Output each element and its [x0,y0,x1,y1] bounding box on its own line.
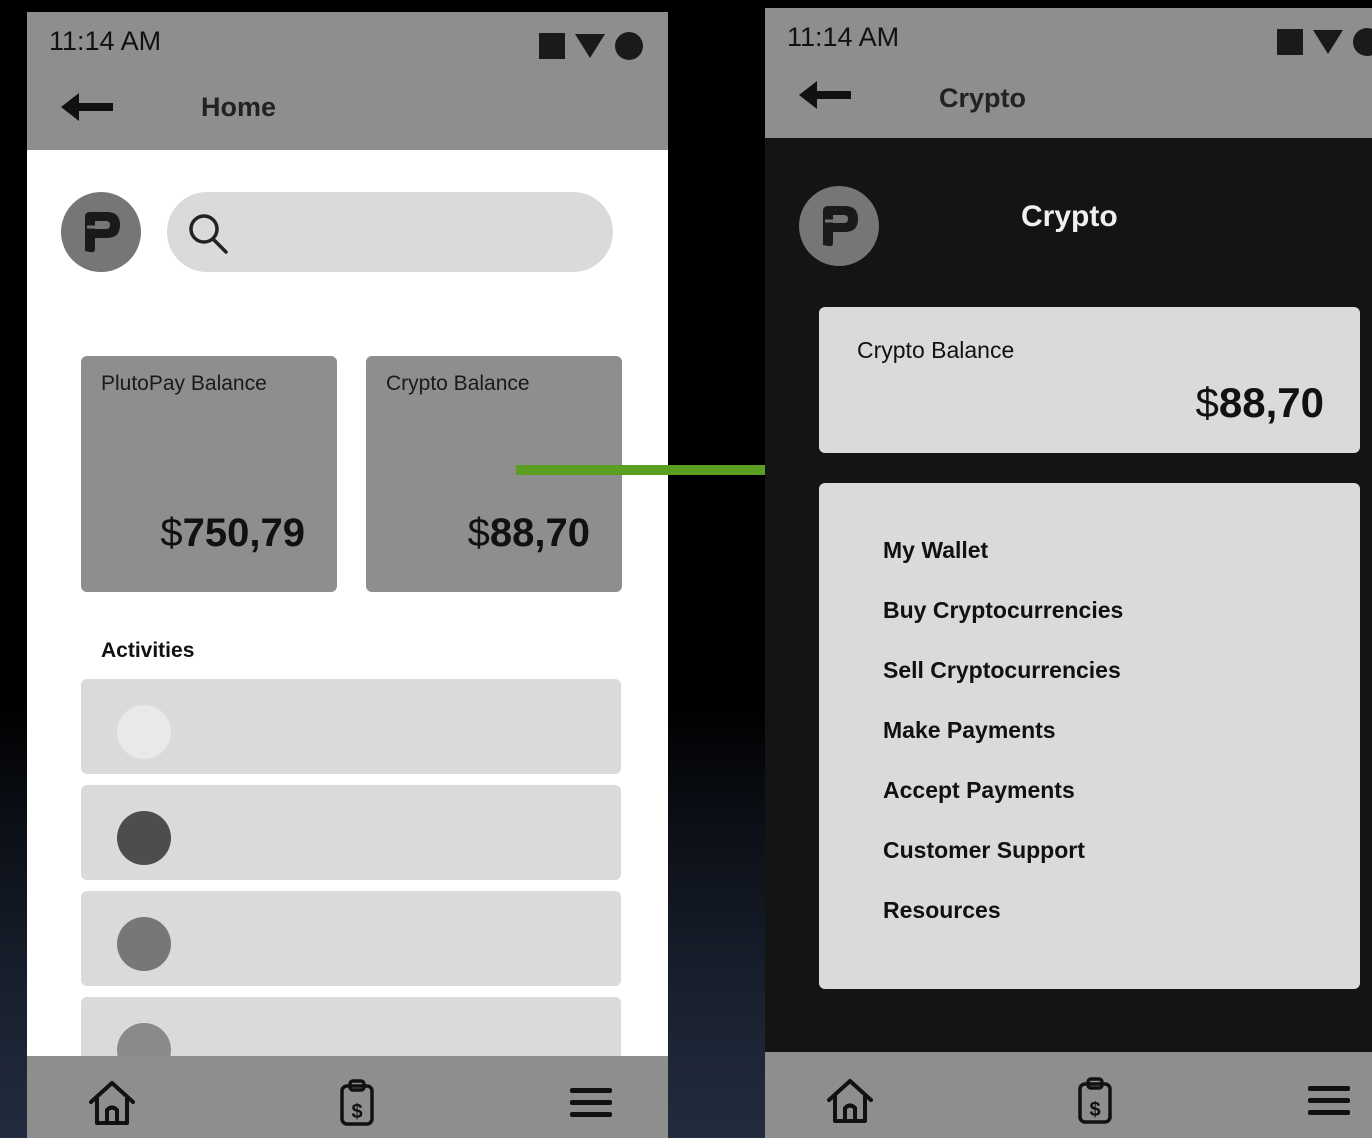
balance-amount: $750,79 [160,511,305,556]
status-bar: 11:14 AM [765,8,1372,58]
svg-text:$: $ [351,1101,362,1123]
flow-arrow-line [516,465,806,475]
status-icons [1277,28,1372,56]
app-bar: Crypto [765,58,1372,138]
currency-symbol: $ [1195,379,1219,426]
menu-item-make-payments[interactable]: Make Payments [883,717,1056,744]
menu-item-sell-crypto[interactable]: Sell Cryptocurrencies [883,657,1121,684]
menu-item-my-wallet[interactable]: My Wallet [883,537,988,564]
square-icon [1277,29,1303,55]
home-screen: 11:14 AM Home PlutoPay Balance $750,79 C… [27,12,668,1138]
balance-label: Crypto Balance [386,372,530,395]
page-title: Crypto [1021,200,1118,233]
currency-symbol: $ [467,511,490,555]
home-icon[interactable] [87,1078,137,1128]
menu-item-customer-support[interactable]: Customer Support [883,837,1085,864]
activity-row[interactable] [81,891,621,986]
status-time: 11:14 AM [787,22,900,52]
activities-heading: Activities [101,639,195,662]
search-input[interactable] [167,192,613,272]
logo-icon [61,192,141,272]
app-bar-title: Crypto [939,83,1026,113]
status-time: 11:14 AM [49,26,162,56]
crypto-balance-card: Crypto Balance $88,70 [819,307,1360,453]
amount-value: 88,70 [489,511,590,555]
activity-row[interactable] [81,785,621,880]
square-icon [539,33,565,59]
crypto-menu: My Wallet Buy Cryptocurrencies Sell Cryp… [819,483,1360,989]
app-bar-title: Home [201,92,277,122]
status-bar: 11:14 AM [27,12,668,68]
triangle-icon [575,34,605,58]
home-icon[interactable] [825,1076,875,1126]
balance-amount: $88,70 [468,511,590,556]
plutopay-balance-card[interactable]: PlutoPay Balance $750,79 [81,356,337,592]
balance-label: Crypto Balance [857,337,1015,363]
bottom-nav: $ [765,1052,1372,1138]
balance-label: PlutoPay Balance [101,372,267,395]
amount-value: 750,79 [182,511,305,555]
menu-item-buy-crypto[interactable]: Buy Cryptocurrencies [883,597,1123,624]
currency-symbol: $ [160,511,183,555]
amount-value: 88,70 [1218,379,1324,426]
app-bar: Home [27,68,668,150]
bottom-nav: $ [27,1056,668,1138]
crypto-screen: 11:14 AM Crypto Crypto Crypto Balance $8… [765,8,1372,1138]
triangle-icon [1313,30,1343,54]
circle-icon [1353,28,1372,56]
svg-text:$: $ [1089,1099,1100,1121]
balance-amount: $88,70 [1196,379,1324,427]
clipboard-dollar-icon[interactable]: $ [1070,1076,1120,1126]
activity-row[interactable] [81,679,621,774]
menu-item-accept-payments[interactable]: Accept Payments [883,777,1075,804]
back-arrow-icon[interactable] [61,92,115,122]
hamburger-menu-icon[interactable] [566,1078,616,1128]
clipboard-dollar-icon[interactable]: $ [332,1078,382,1128]
status-icons [539,32,643,60]
menu-item-resources[interactable]: Resources [883,897,1001,924]
activity-avatar [117,811,171,865]
search-icon [189,214,228,254]
activity-avatar [117,705,171,759]
logo-icon [799,186,879,266]
activity-avatar [117,917,171,971]
back-arrow-icon[interactable] [799,80,853,110]
circle-icon [615,32,643,60]
hamburger-menu-icon[interactable] [1304,1076,1354,1126]
